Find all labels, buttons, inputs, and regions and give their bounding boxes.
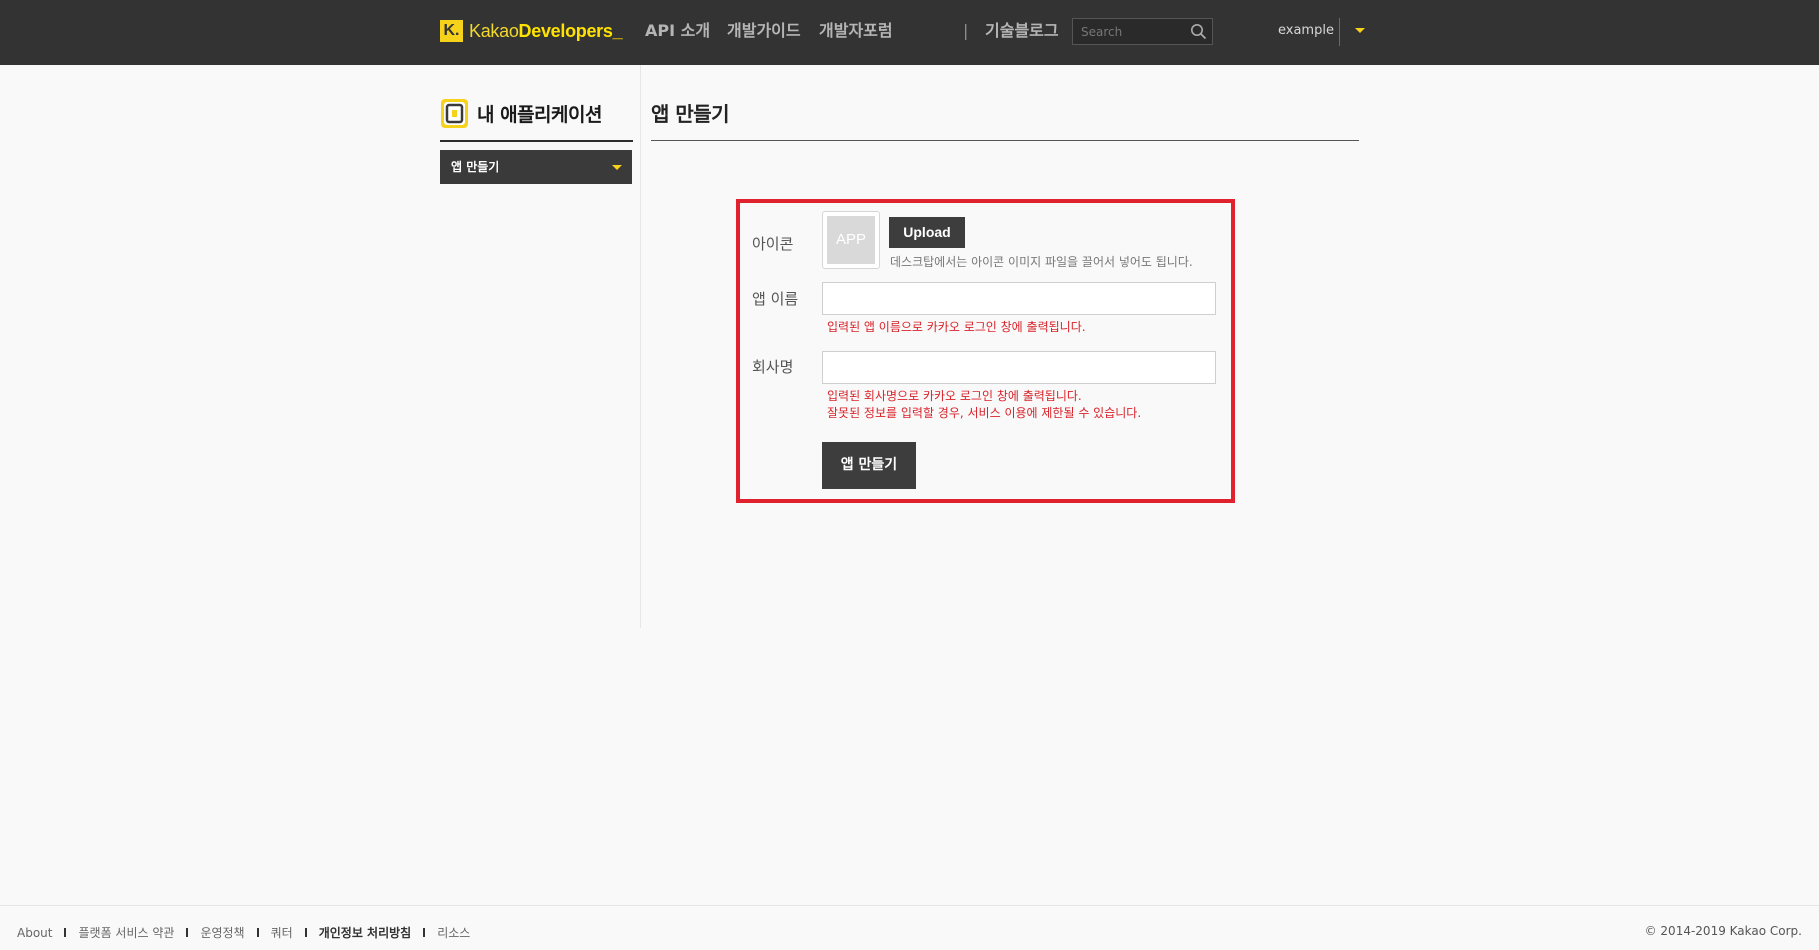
page-title: 앱 만들기 <box>651 102 730 126</box>
footer-link-operating-policy[interactable]: 운영정책 <box>200 924 244 941</box>
footer-link-about[interactable]: About <box>17 926 52 940</box>
upload-hint: 데스크탑에서는 아이콘 이미지 파일을 끌어서 넣어도 됩니다. <box>890 255 1193 269</box>
kakao-developers-logo[interactable]: K. KakaoDevelopers_ <box>440 20 623 42</box>
footer-link-resources[interactable]: 리소스 <box>437 924 470 941</box>
user-name[interactable]: example <box>1278 23 1334 39</box>
app-name-label: 앱 이름 <box>752 290 799 308</box>
logo-developers-text: Developers_ <box>518 21 623 41</box>
sidebar-select-value: 앱 만들기 <box>451 160 500 174</box>
footer-separator <box>186 928 189 937</box>
content-divider <box>640 65 641 628</box>
sidebar-title: 내 애플리케이션 <box>440 97 602 129</box>
company-name-label: 회사명 <box>752 358 794 376</box>
nav-api-intro[interactable]: API 소개 <box>645 20 710 42</box>
company-note-line2: 잘못된 정보를 입력할 경우, 서비스 이용에 제한될 수 있습니다. <box>827 406 1142 420</box>
footer-separator <box>423 928 426 937</box>
create-app-button[interactable]: 앱 만들기 <box>822 442 916 489</box>
user-divider <box>1339 18 1340 46</box>
app-icon-dropzone[interactable]: APP <box>822 211 880 269</box>
kakao-k-logo-icon: K. <box>440 20 463 42</box>
footer-separator <box>256 928 259 937</box>
footer-link-platform-terms[interactable]: 플랫폼 서비스 약관 <box>78 924 174 941</box>
sidebar-title-text: 내 애플리케이션 <box>477 103 602 126</box>
chevron-down-icon <box>612 165 622 170</box>
icon-label: 아이콘 <box>752 235 794 253</box>
app-name-input[interactable] <box>822 282 1216 315</box>
search-box <box>1072 18 1213 45</box>
footer-separator <box>304 928 307 937</box>
nav-tech-blog[interactable]: 기술블로그 <box>985 20 1059 42</box>
footer-link-quota[interactable]: 쿼터 <box>271 924 293 941</box>
search-icon[interactable] <box>1190 23 1207 40</box>
copyright: © 2014-2019 Kakao Corp. <box>1644 924 1802 938</box>
top-navigation-bar: K. KakaoDevelopers_ API 소개 개발가이드 개발자포럼 |… <box>0 0 1819 65</box>
logo-wordmark: KakaoDevelopers_ <box>469 20 623 42</box>
app-name-note: 입력된 앱 이름으로 카카오 로그인 창에 출력됩니다. <box>827 320 1086 334</box>
logo-kakao-text: Kakao <box>469 21 519 41</box>
sidebar-divider <box>440 140 633 142</box>
sidebar-app-select[interactable]: 앱 만들기 <box>440 150 632 184</box>
nav-dev-guide[interactable]: 개발가이드 <box>727 20 801 42</box>
my-apps-icon <box>441 98 468 128</box>
company-note-line1: 입력된 회사명으로 카카오 로그인 창에 출력됩니다. <box>827 389 1082 403</box>
user-menu-caret-icon[interactable] <box>1355 28 1365 33</box>
app-icon-placeholder: APP <box>827 216 875 264</box>
footer-links: About 플랫폼 서비스 약관 운영정책 쿼터 개인정보 처리방침 리소스 <box>17 924 470 941</box>
nav-dev-forum[interactable]: 개발자포럼 <box>819 20 893 42</box>
footer-separator <box>64 928 67 937</box>
footer-link-privacy-policy[interactable]: 개인정보 처리방침 <box>319 924 412 941</box>
search-input[interactable] <box>1073 19 1187 44</box>
upload-button[interactable]: Upload <box>889 217 965 248</box>
company-name-input[interactable] <box>822 351 1216 384</box>
nav-divider: | <box>963 21 969 40</box>
title-underline <box>651 140 1359 141</box>
footer-divider <box>0 905 1819 906</box>
